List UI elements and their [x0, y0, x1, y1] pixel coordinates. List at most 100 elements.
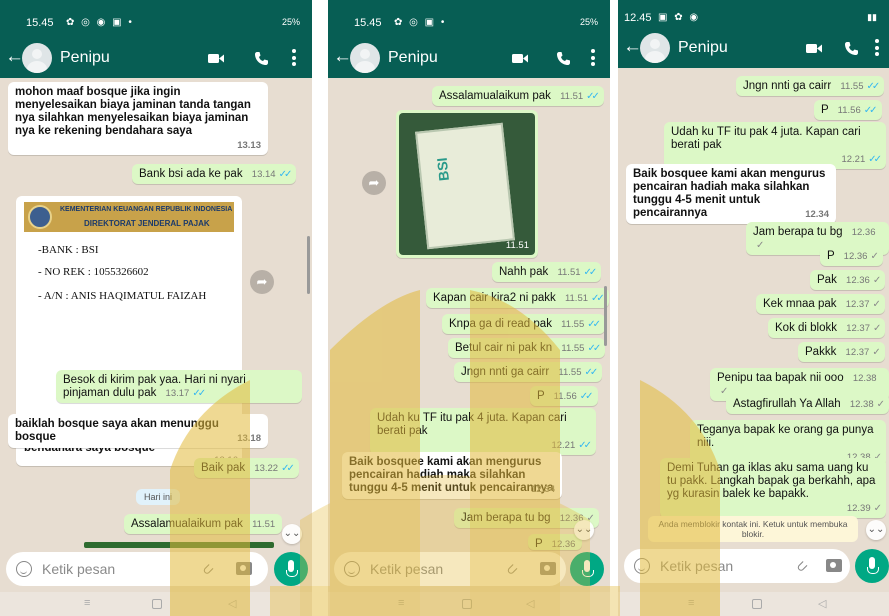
- message-text: Bank bsi ada ke pak: [139, 168, 243, 180]
- chat-header: ← Penipu: [0, 38, 312, 78]
- message-input[interactable]: Ketik pesan: [370, 561, 443, 577]
- message-outgoing[interactable]: Assalamualaikum pak 11.51 ✓✓: [432, 86, 604, 106]
- sent-tick-icon: ✓: [720, 386, 729, 397]
- message-outgoing[interactable]: Knpa ga di read pak 11.55 ✓✓: [442, 314, 605, 334]
- camera-icon[interactable]: [826, 559, 842, 572]
- message-outgoing[interactable]: Assalamualaikum pak 11.51: [124, 514, 283, 534]
- nav-back-icon[interactable]: ◁: [526, 597, 534, 610]
- document-account-number: - NO REK : 1055326602: [38, 266, 149, 278]
- nav-menu-icon[interactable]: ≡: [688, 597, 694, 609]
- message-outgoing[interactable]: Udah ku TF itu pak 4 juta. Kapan cari be…: [664, 122, 886, 169]
- voice-message-button[interactable]: [570, 552, 604, 586]
- video-call-icon[interactable]: [208, 53, 224, 64]
- scrollbar[interactable]: [307, 236, 310, 294]
- message-outgoing[interactable]: P 11.56 ✓✓: [530, 386, 598, 406]
- message-outgoing[interactable]: Demi Tuhan ga iklas aku sama uang ku tu …: [660, 458, 886, 518]
- message-outgoing[interactable]: Kapan cair kira2 ni pakk 11.51 ✓✓: [426, 288, 609, 308]
- nav-home-icon[interactable]: [752, 599, 762, 609]
- camera-icon[interactable]: [236, 562, 252, 575]
- message-incoming[interactable]: baiklah bosque saya akan menunggu bosque…: [8, 414, 268, 448]
- message-text: Assalamualaikum pak: [439, 90, 551, 102]
- emoji-icon[interactable]: [344, 561, 360, 577]
- message-composer[interactable]: Ketik pesan ⊂: [334, 552, 566, 586]
- sent-tick-icon: ✓: [870, 251, 879, 262]
- message-outgoing[interactable]: P 12.36: [528, 534, 583, 550]
- message-outgoing[interactable]: Astagfirullah Ya Allah 12.38 ✓: [726, 394, 889, 414]
- phone-call-icon[interactable]: [254, 51, 269, 66]
- message-input[interactable]: Ketik pesan: [42, 561, 115, 577]
- message-outgoing[interactable]: Baik pak 13.22 ✓✓: [194, 458, 299, 478]
- sent-tick-icon: ✓: [873, 503, 883, 514]
- contact-avatar[interactable]: [640, 33, 670, 63]
- scrollbar[interactable]: [604, 286, 607, 346]
- camera-icon[interactable]: [540, 562, 556, 575]
- message-incoming[interactable]: Baik bosquee kami akan mengurus pencaira…: [626, 164, 836, 224]
- scroll-down-icon[interactable]: ⌄⌄: [574, 520, 594, 540]
- message-outgoing[interactable]: Jngn nnti ga cairr 11.55 ✓✓: [454, 362, 603, 382]
- message-text: Nahh pak: [499, 266, 549, 278]
- voice-message-button[interactable]: [274, 552, 308, 586]
- message-time: 13.13: [237, 140, 261, 151]
- message-text: Betul cair ni pak kn: [455, 342, 553, 354]
- nav-back-icon[interactable]: ◁: [818, 597, 826, 610]
- video-call-icon[interactable]: [512, 53, 528, 64]
- more-options-icon[interactable]: [292, 49, 296, 66]
- message-time: 12.37: [845, 299, 870, 310]
- voice-message-button[interactable]: [855, 549, 889, 583]
- message-input[interactable]: Ketik pesan: [660, 558, 733, 574]
- read-receipt-icon: ✓✓: [192, 388, 206, 399]
- message-outgoing[interactable]: Kek mnaa pak 12.37 ✓: [756, 294, 885, 314]
- nav-menu-icon[interactable]: ≡: [84, 597, 90, 609]
- phone-call-icon[interactable]: [844, 41, 859, 56]
- scroll-down-icon[interactable]: ⌄⌄: [866, 520, 886, 540]
- paperclip-icon[interactable]: ⊂: [502, 559, 522, 579]
- emoji-icon[interactable]: [16, 561, 32, 577]
- contact-name[interactable]: Penipu: [388, 49, 438, 67]
- nav-menu-icon[interactable]: ≡: [398, 597, 404, 609]
- video-call-icon[interactable]: [806, 43, 822, 54]
- message-text: Udah ku TF itu pak 4 juta. Kapan cari be…: [377, 412, 567, 437]
- date-divider: Hari ini: [136, 489, 181, 505]
- paperclip-icon[interactable]: ⊂: [792, 556, 812, 576]
- phone-call-icon[interactable]: [556, 51, 571, 66]
- image-message[interactable]: BSI 11.51: [396, 110, 538, 258]
- document-account-holder: - A/N : ANIS HAQIMATUL FAIZAH: [38, 290, 207, 302]
- message-outgoing[interactable]: Bank bsi ada ke pak 13.14 ✓✓: [132, 164, 297, 184]
- battery-icon: ▮▮: [867, 12, 877, 22]
- message-text: Kok di blokk: [775, 322, 838, 334]
- message-outgoing[interactable]: Betul cair ni pak kn 11.55 ✓✓: [448, 338, 606, 358]
- contact-avatar[interactable]: [22, 43, 52, 73]
- message-time: 11.56: [553, 391, 577, 402]
- message-text: Teganya bapak ke orang ga punya niii.: [697, 424, 874, 449]
- forward-icon[interactable]: ➦: [250, 270, 274, 294]
- contact-avatar[interactable]: [350, 43, 380, 73]
- blocked-contact-notice[interactable]: Anda memblokir kontak ini. Ketuk untuk m…: [648, 516, 858, 542]
- contact-name[interactable]: Penipu: [678, 39, 728, 57]
- message-outgoing[interactable]: P 11.56 ✓✓: [814, 100, 882, 120]
- message-composer[interactable]: Ketik pesan ⊂: [6, 552, 268, 586]
- message-incoming[interactable]: mohon maaf bosque jika ingin menyelesaik…: [8, 82, 268, 155]
- message-outgoing[interactable]: Nahh pak 11.51 ✓✓: [492, 262, 602, 282]
- nav-back-icon[interactable]: ◁: [228, 597, 236, 610]
- message-outgoing[interactable]: Jngn nnti ga cairr 11.55 ✓✓: [736, 76, 885, 96]
- message-time: 11.55: [561, 319, 585, 330]
- more-options-icon[interactable]: [875, 39, 879, 56]
- message-outgoing[interactable]: P 12.36 ✓: [820, 246, 883, 266]
- message-outgoing[interactable]: Pakkk 12.37 ✓: [798, 342, 885, 362]
- message-outgoing[interactable]: Pak 12.36 ✓: [810, 270, 886, 290]
- message-outgoing[interactable]: Udah ku TF itu pak 4 juta. Kapan cari be…: [370, 408, 596, 455]
- message-incoming[interactable]: Baik bosquee kami akan mengurus pencaira…: [342, 452, 562, 499]
- nav-home-icon[interactable]: [462, 599, 472, 609]
- message-composer[interactable]: Ketik pesan ⊂: [624, 549, 850, 583]
- message-outgoing[interactable]: Besok di kirim pak yaa. Hari ni nyari pi…: [56, 370, 302, 403]
- emoji-icon[interactable]: [634, 558, 650, 574]
- message-outgoing[interactable]: Kok di blokk 12.37 ✓: [768, 318, 886, 338]
- bank-book-label: BSI: [433, 156, 452, 182]
- paperclip-icon[interactable]: ⊂: [198, 559, 218, 579]
- contact-name[interactable]: Penipu: [60, 49, 110, 67]
- nav-home-icon[interactable]: [152, 599, 162, 609]
- message-time: 12.38: [849, 399, 874, 410]
- forward-icon[interactable]: ➦: [362, 171, 386, 195]
- more-options-icon[interactable]: [591, 49, 595, 66]
- scroll-down-icon[interactable]: ⌄⌄: [282, 524, 302, 544]
